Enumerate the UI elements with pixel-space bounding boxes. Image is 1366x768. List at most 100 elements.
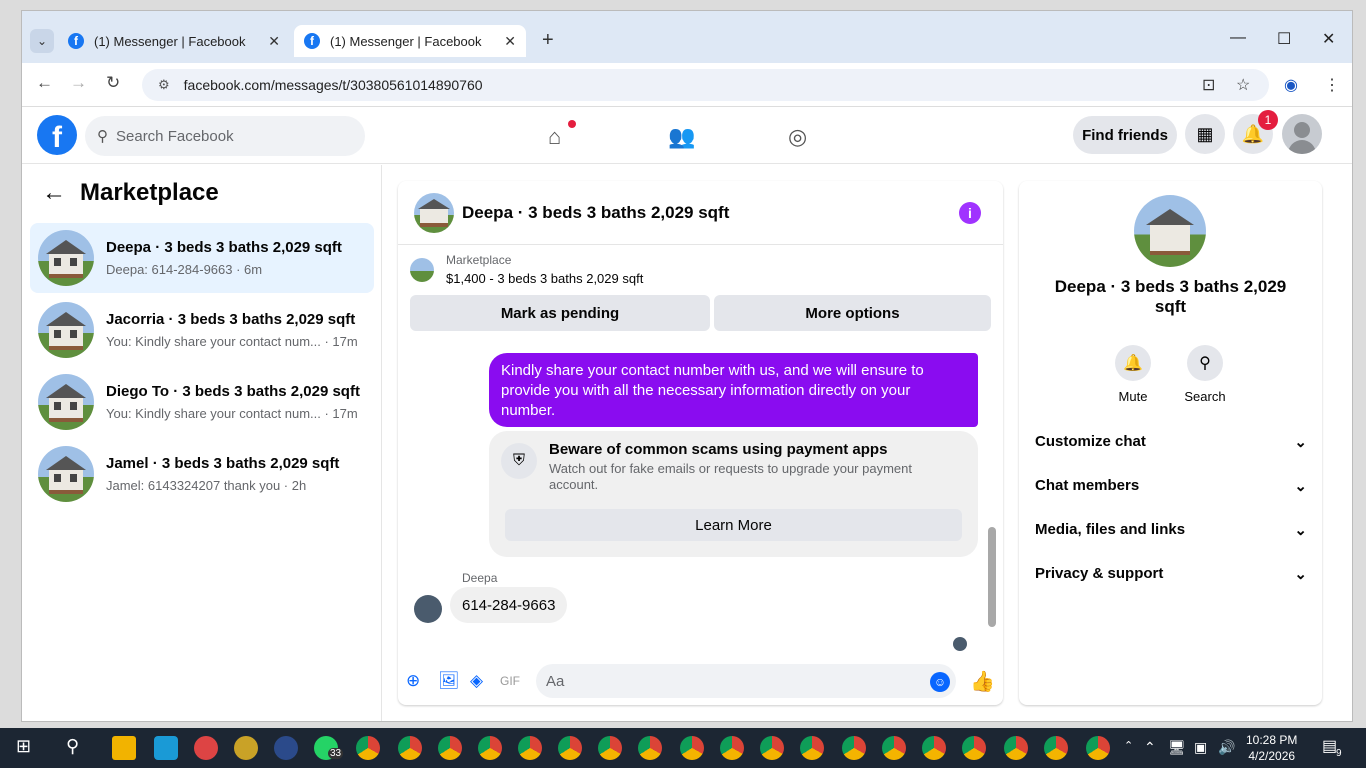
file-explorer-icon[interactable] xyxy=(112,736,136,760)
conversation-name: Deepa · 3 beds 3 baths 2,029 sqft xyxy=(106,239,342,256)
chat-scrollbar[interactable] xyxy=(988,357,996,637)
accordion-customize-chat[interactable]: Customize chat ⌄ xyxy=(1035,433,1307,451)
app-icon[interactable] xyxy=(194,736,218,760)
chrome-icon[interactable] xyxy=(356,736,380,760)
chrome-profile-icon[interactable] xyxy=(1086,736,1110,760)
close-window-icon[interactable]: ✕ xyxy=(1322,29,1335,49)
chrome-profile-icon[interactable] xyxy=(800,736,824,760)
tab-search-dropdown[interactable]: ⌄ xyxy=(30,29,54,53)
close-tab-icon[interactable]: ✕ xyxy=(504,33,516,50)
find-friends-button[interactable]: Find friends xyxy=(1073,116,1177,154)
chrome-profile-icon[interactable] xyxy=(882,736,906,760)
browser-tab[interactable]: f (1) Messenger | Facebook ✕ xyxy=(58,25,290,57)
chrome-profile-icon[interactable] xyxy=(760,736,784,760)
back-arrow-icon[interactable]: ← xyxy=(42,179,66,207)
notification-center-icon[interactable]: ▤ xyxy=(1322,736,1337,756)
sender-avatar[interactable] xyxy=(414,595,442,623)
chat-thumbnail[interactable] xyxy=(414,192,454,233)
search-icon[interactable]: ⚲ xyxy=(66,736,79,757)
listing-thumbnail xyxy=(410,257,434,282)
chrome-profile-icon[interactable] xyxy=(558,736,582,760)
app-icon[interactable] xyxy=(234,736,258,760)
chrome-profile-icon[interactable] xyxy=(962,736,986,760)
conversation-item[interactable]: Deepa · 3 beds 3 baths 2,029 sqft Deepa: … xyxy=(30,223,374,293)
chrome-profile-icon[interactable] xyxy=(438,736,462,760)
friends-icon[interactable]: 👥 xyxy=(668,124,695,150)
marketplace-listing[interactable]: Marketplace $1,400 - 3 beds 3 baths 2,029… xyxy=(410,253,643,286)
more-options-button[interactable]: More options xyxy=(714,295,991,331)
clock-time: 10:28 PM xyxy=(1246,733,1298,747)
accordion-label: Privacy & support xyxy=(1035,565,1164,582)
chrome-profile-icon[interactable] xyxy=(478,736,502,760)
seen-avatar xyxy=(953,637,967,651)
listing-thumbnail xyxy=(38,374,94,430)
system-clock[interactable]: 10:28 PM 4/2/2026 xyxy=(1246,732,1297,764)
accordion-chat-members[interactable]: Chat members ⌄ xyxy=(1035,477,1307,495)
chrome-profile-icon[interactable] xyxy=(398,736,422,760)
conversation-item[interactable]: Jacorria · 3 beds 3 baths 2,029 sqft You:… xyxy=(30,295,374,365)
taskbar-scroll-icon[interactable]: ⌃ xyxy=(1124,739,1133,752)
network-icon[interactable]: 🖥 xyxy=(1168,739,1186,756)
browser-tab-active[interactable]: f (1) Messenger | Facebook ✕ xyxy=(294,25,526,57)
accordion-media-files-links[interactable]: Media, files and links ⌄ xyxy=(1035,521,1307,539)
windows-start-icon[interactable]: ⊞ xyxy=(16,736,31,757)
message-input[interactable]: Aa xyxy=(536,664,956,698)
install-app-icon[interactable]: ⊡ xyxy=(1202,75,1215,95)
maximize-icon[interactable]: ☐ xyxy=(1277,29,1291,49)
site-info-icon[interactable]: ⚙ xyxy=(158,77,170,93)
volume-icon[interactable]: 🔊 xyxy=(1218,739,1235,756)
facebook-logo[interactable]: f xyxy=(37,115,77,155)
scam-warning-title: Beware of common scams using payment app… xyxy=(549,441,888,458)
groups-icon[interactable]: ◎ xyxy=(788,124,807,150)
home-icon[interactable]: ⌂ xyxy=(548,124,561,150)
app-icon[interactable] xyxy=(154,736,178,760)
chrome-profile-icon[interactable] xyxy=(680,736,704,760)
chrome-profile-icon[interactable] xyxy=(1044,736,1068,760)
search-action[interactable]: ⚲ Search xyxy=(1175,345,1235,404)
reload-icon[interactable]: ↻ xyxy=(106,73,120,93)
hidden-icons-icon[interactable]: ⌃ xyxy=(1144,739,1156,756)
chrome-profile-icon[interactable] xyxy=(720,736,744,760)
account-avatar[interactable] xyxy=(1282,114,1322,154)
forward-icon[interactable]: → xyxy=(70,73,87,93)
mute-action[interactable]: 🔔 Mute xyxy=(1103,345,1163,404)
emoji-icon[interactable]: ☺ xyxy=(930,672,950,692)
accordion-privacy-support[interactable]: Privacy & support ⌄ xyxy=(1035,565,1307,583)
like-thumb-icon[interactable]: 👍 xyxy=(970,669,995,694)
minimize-icon[interactable]: — xyxy=(1230,29,1246,47)
conversation-item[interactable]: Diego To · 3 beds 3 baths 2,029 sqft You:… xyxy=(30,367,374,437)
info-icon[interactable]: i xyxy=(959,202,981,224)
browser-menu-icon[interactable]: ⋮ xyxy=(1324,75,1340,95)
teams-icon[interactable]: ▣ xyxy=(1194,739,1207,756)
learn-more-button[interactable]: Learn More xyxy=(505,509,962,541)
conversation-name: Jamel · 3 beds 3 baths 2,029 sqft xyxy=(106,455,340,472)
sidebar-header: ← Marketplace xyxy=(42,179,219,207)
search-placeholder: Search Facebook xyxy=(116,127,234,145)
url-field[interactable]: ⚙ facebook.com/messages/t/30380561014890… xyxy=(142,69,1269,101)
sticker-icon[interactable]: ◈ xyxy=(470,671,483,691)
plus-circle-icon[interactable]: ⊕ xyxy=(406,671,420,691)
search-input[interactable]: ⚲ Search Facebook xyxy=(85,116,365,156)
mark-as-pending-button[interactable]: Mark as pending xyxy=(410,295,710,331)
photo-icon[interactable]: 🖼 xyxy=(438,671,460,691)
menu-grid-icon[interactable]: ▦ xyxy=(1185,114,1225,154)
conversation-item[interactable]: Jamel · 3 beds 3 baths 2,029 sqft Jamel: … xyxy=(30,439,374,509)
app-icon[interactable] xyxy=(274,736,298,760)
new-tab-icon[interactable]: + xyxy=(542,29,554,52)
gif-icon[interactable]: GIF xyxy=(500,674,520,688)
chat-title[interactable]: Deepa · 3 beds 3 baths 2,029 sqft xyxy=(462,203,729,223)
chrome-profile-icon[interactable] xyxy=(638,736,662,760)
chrome-profile-icon[interactable] xyxy=(598,736,622,760)
chrome-profile-icon[interactable] xyxy=(1004,736,1028,760)
message-list[interactable]: Kindly share your contact number with us… xyxy=(398,341,1003,651)
chrome-profile-icon[interactable] xyxy=(842,736,866,760)
bookmark-star-icon[interactable]: ☆ xyxy=(1236,75,1250,95)
close-tab-icon[interactable]: ✕ xyxy=(268,33,280,50)
chrome-profile-icon[interactable] xyxy=(922,736,946,760)
back-icon[interactable]: ← xyxy=(36,73,53,93)
chevron-down-icon: ⌄ xyxy=(1294,434,1307,451)
chrome-profile-icon[interactable] xyxy=(518,736,542,760)
sidebar-title: Marketplace xyxy=(80,179,219,206)
profile-icon[interactable]: ◉ xyxy=(1284,75,1298,95)
whatsapp-badge: 33 xyxy=(328,748,344,759)
